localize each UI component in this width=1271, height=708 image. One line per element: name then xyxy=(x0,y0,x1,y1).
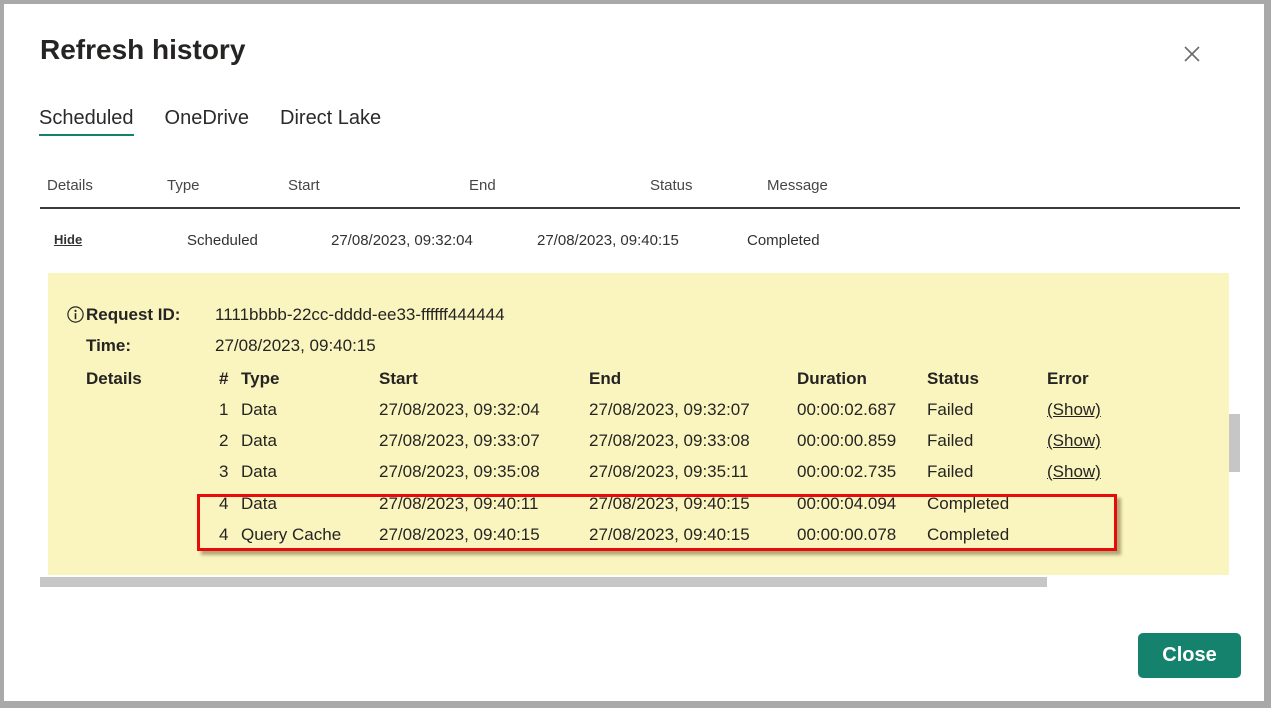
tab-onedrive[interactable]: OneDrive xyxy=(165,107,249,136)
cell-duration: 00:00:00.078 xyxy=(797,524,896,546)
col-start: Start xyxy=(379,368,418,390)
cell-type: Data xyxy=(241,430,277,452)
close-button[interactable]: Close xyxy=(1138,633,1241,678)
cell-end: 27/08/2023, 09:32:07 xyxy=(589,399,750,421)
tab-scheduled[interactable]: Scheduled xyxy=(39,107,134,136)
column-header-status: Status xyxy=(650,177,693,194)
column-header-start: Start xyxy=(288,177,320,194)
cell-end: 27/08/2023, 09:40:15 xyxy=(589,524,750,546)
cell-start: 27/08/2023, 09:40:15 xyxy=(379,524,540,546)
request-id-label: Request ID: xyxy=(86,304,180,326)
cell-num: 4 xyxy=(219,493,228,515)
cell-start: 27/08/2023, 09:33:07 xyxy=(379,430,540,452)
close-icon[interactable] xyxy=(1180,42,1204,66)
cell-duration: 00:00:02.735 xyxy=(797,461,896,483)
cell-num: 2 xyxy=(219,430,228,452)
cell-start: 27/08/2023, 09:35:08 xyxy=(379,461,540,483)
row-type: Scheduled xyxy=(187,232,258,249)
cell-end: 27/08/2023, 09:35:11 xyxy=(589,461,748,483)
column-header-type: Type xyxy=(167,177,200,194)
cell-status: Completed xyxy=(927,524,1009,546)
col-end: End xyxy=(589,368,621,390)
cell-type: Data xyxy=(241,493,277,515)
column-header-message: Message xyxy=(767,177,828,194)
cell-num: 3 xyxy=(219,461,228,483)
hide-details-link[interactable]: Hide xyxy=(54,232,82,247)
row-end: 27/08/2023, 09:40:15 xyxy=(537,232,679,249)
tab-direct-lake[interactable]: Direct Lake xyxy=(280,107,381,136)
cell-end: 27/08/2023, 09:40:15 xyxy=(589,493,750,515)
refresh-details-panel: Request ID: 1111bbbb-22cc-dddd-ee33-ffff… xyxy=(48,273,1229,575)
request-id-value: 1111bbbb-22cc-dddd-ee33-ffffff444444 xyxy=(215,304,505,326)
details-row-2: 2 Data 27/08/2023, 09:33:07 27/08/2023, … xyxy=(48,430,1229,452)
refresh-history-dialog: Refresh history Scheduled OneDrive Direc… xyxy=(0,0,1271,708)
cell-duration: 00:00:02.687 xyxy=(797,399,896,421)
cell-start: 27/08/2023, 09:32:04 xyxy=(379,399,540,421)
details-row-3: 3 Data 27/08/2023, 09:35:08 27/08/2023, … xyxy=(48,461,1229,483)
time-label: Time: xyxy=(86,335,131,357)
details-row-4: 4 Data 27/08/2023, 09:40:11 27/08/2023, … xyxy=(48,493,1229,515)
show-error-link[interactable]: (Show) xyxy=(1047,430,1101,452)
details-table-header: # Type Start End Duration Status Error xyxy=(48,368,1229,390)
page-title: Refresh history xyxy=(40,34,245,66)
col-duration: Duration xyxy=(797,368,867,390)
cell-status: Failed xyxy=(927,430,973,452)
show-error-link[interactable]: (Show) xyxy=(1047,461,1101,483)
cell-end: 27/08/2023, 09:33:08 xyxy=(589,430,750,452)
tab-bar: Scheduled OneDrive Direct Lake xyxy=(39,107,381,136)
cell-start: 27/08/2023, 09:40:11 xyxy=(379,493,538,515)
cell-type: Query Cache xyxy=(241,524,341,546)
cell-num: 4 xyxy=(219,524,228,546)
row-status: Completed xyxy=(747,232,820,249)
cell-type: Data xyxy=(241,399,277,421)
col-type: Type xyxy=(241,368,279,390)
cell-type: Data xyxy=(241,461,277,483)
cell-status: Failed xyxy=(927,399,973,421)
row-start: 27/08/2023, 09:32:04 xyxy=(331,232,473,249)
cell-status: Failed xyxy=(927,461,973,483)
vertical-scrollbar-thumb[interactable] xyxy=(1229,414,1240,472)
show-error-link[interactable]: (Show) xyxy=(1047,399,1101,421)
horizontal-scrollbar-thumb[interactable] xyxy=(40,577,1047,587)
col-error: Error xyxy=(1047,368,1089,390)
col-num: # xyxy=(219,368,228,390)
info-icon xyxy=(67,306,84,323)
details-row-1: 1 Data 27/08/2023, 09:32:04 27/08/2023, … xyxy=(48,399,1229,421)
column-header-end: End xyxy=(469,177,496,194)
header-divider xyxy=(40,207,1240,209)
col-status: Status xyxy=(927,368,979,390)
time-value: 27/08/2023, 09:40:15 xyxy=(215,335,376,357)
column-header-details: Details xyxy=(47,177,93,194)
cell-status: Completed xyxy=(927,493,1009,515)
cell-duration: 00:00:04.094 xyxy=(797,493,896,515)
cell-duration: 00:00:00.859 xyxy=(797,430,896,452)
cell-num: 1 xyxy=(219,399,228,421)
details-row-5: 4 Query Cache 27/08/2023, 09:40:15 27/08… xyxy=(48,524,1229,546)
